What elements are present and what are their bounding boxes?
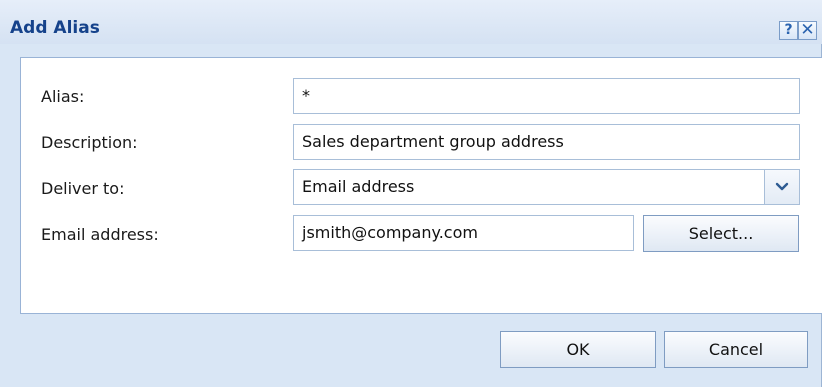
email-address-input[interactable]: jsmith@company.com	[293, 215, 634, 251]
help-icon: ?	[784, 22, 793, 38]
ok-button[interactable]: OK	[500, 331, 656, 368]
email-address-value: jsmith@company.com	[302, 223, 478, 242]
alias-input[interactable]: *	[293, 78, 800, 114]
chevron-down-icon	[775, 182, 789, 191]
alias-value: *	[302, 86, 310, 105]
dialog-title: Add Alias	[10, 18, 100, 38]
description-value: Sales department group address	[302, 132, 564, 151]
dialog-titlebar: Add Alias ? ✕	[0, 0, 822, 44]
close-button[interactable]: ✕	[798, 21, 817, 40]
description-input[interactable]: Sales department group address	[293, 124, 800, 160]
select-button[interactable]: Select...	[643, 215, 799, 252]
dropdown-trigger[interactable]	[764, 170, 799, 204]
add-alias-dialog: Add Alias ? ✕ Alias: * Description: Sale…	[0, 0, 822, 387]
deliver-to-label: Deliver to:	[41, 179, 125, 198]
close-icon: ✕	[800, 20, 815, 40]
help-button[interactable]: ?	[779, 21, 798, 40]
description-label: Description:	[41, 133, 138, 152]
cancel-button[interactable]: Cancel	[664, 331, 808, 368]
deliver-to-value: Email address	[302, 177, 415, 196]
email-address-label: Email address:	[41, 225, 159, 244]
alias-label: Alias:	[41, 87, 85, 106]
deliver-to-select[interactable]: Email address	[293, 169, 800, 205]
form-panel: Alias: * Description: Sales department g…	[20, 57, 822, 314]
